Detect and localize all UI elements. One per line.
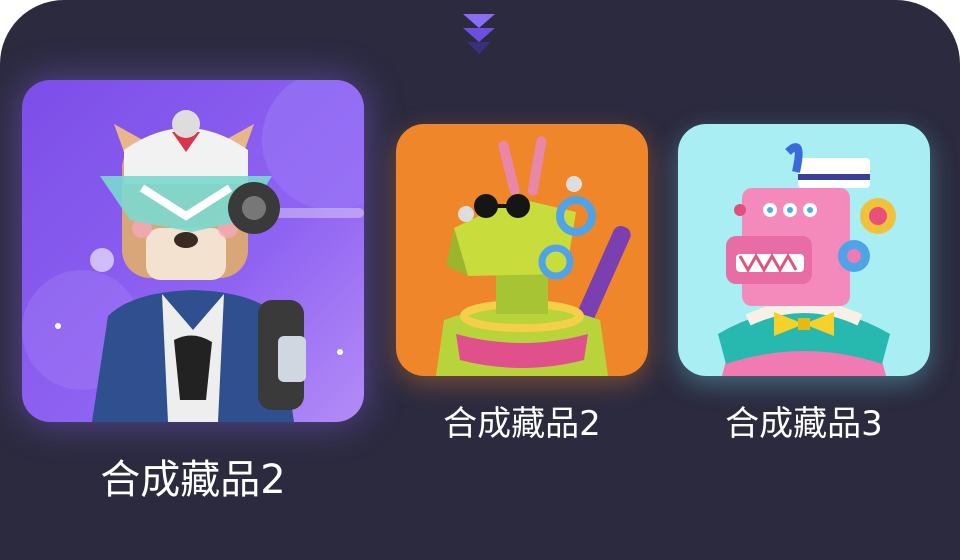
collectible-name-2: 合成藏品2 xyxy=(443,404,601,444)
dog-character-artwork xyxy=(22,80,364,422)
collectible-name-3: 合成藏品3 xyxy=(725,404,883,444)
collectible-card-2[interactable] xyxy=(396,124,648,376)
synthesis-panel: 合成藏品2 合成藏品2 合成藏品3 xyxy=(0,0,960,560)
double-chevron-down-icon[interactable] xyxy=(459,10,499,58)
collectible-name-featured: 合成藏品2 xyxy=(100,457,286,503)
pink-robot-artwork xyxy=(678,124,930,376)
collectible-card-featured[interactable] xyxy=(22,80,364,422)
robot-character-artwork xyxy=(396,124,648,376)
collectible-card-3[interactable] xyxy=(678,124,930,376)
